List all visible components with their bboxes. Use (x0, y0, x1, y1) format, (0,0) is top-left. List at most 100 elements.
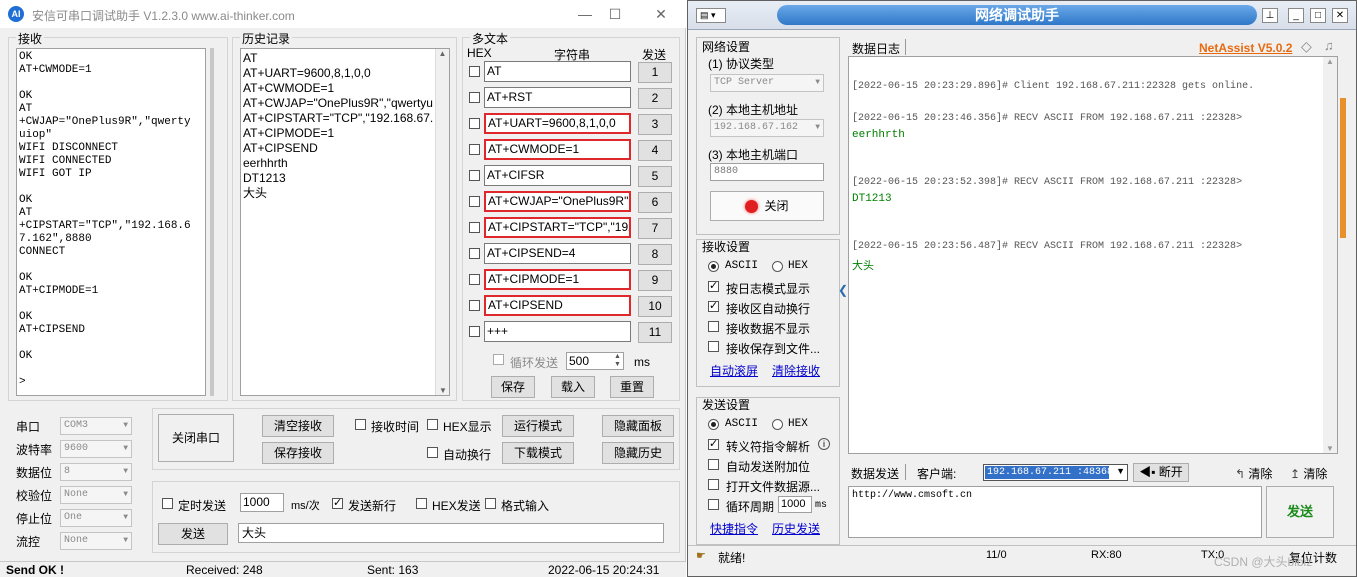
multitext-send-button[interactable]: 1 (638, 62, 672, 83)
history-scrollbar[interactable]: ▲ ▼ (435, 49, 449, 395)
auto-append-checkbox[interactable] (708, 459, 719, 470)
hex-display-checkbox[interactable] (427, 419, 438, 430)
multitext-hex-checkbox[interactable] (469, 248, 480, 259)
save-receive-button[interactable]: 保存接收 (262, 442, 334, 464)
bell-icon[interactable]: ♫ (1324, 38, 1334, 53)
multitext-input[interactable]: AT+RST (484, 87, 631, 108)
send-text-input[interactable]: 大头 (238, 523, 664, 543)
history-item[interactable]: AT+CIPSTART="TCP","192.168.67. (243, 111, 447, 126)
disconnect-button[interactable]: ◀▪ 断开 (1133, 463, 1189, 482)
history-list[interactable]: AT AT+UART=9600,8,1,0,0 AT+CWMODE=1 AT+CWJA… (240, 48, 450, 396)
collapse-panel-icon[interactable]: ❮ (838, 283, 848, 297)
send-newline-checkbox[interactable] (332, 496, 343, 509)
auto-scroll-link[interactable]: 自动滚屏 (710, 362, 758, 379)
send-button[interactable]: 发送 (158, 523, 228, 545)
multitext-input[interactable]: AT+UART=9600,8,1,0,0 (484, 113, 631, 134)
netassist-send-button[interactable]: 发送 (1266, 486, 1334, 538)
data-log-tab[interactable]: 数据日志 (852, 40, 900, 57)
history-item[interactable]: eerhhrth (243, 156, 447, 171)
recv-hide-checkbox[interactable] (708, 321, 719, 332)
port-setting-select[interactable]: One ▼ (60, 509, 132, 527)
history-item[interactable]: AT+CIPSEND (243, 141, 447, 156)
multitext-input[interactable]: AT+CIPSEND=4 (484, 243, 631, 264)
close-icon[interactable]: ✕ (1332, 8, 1348, 23)
multitext-input[interactable]: AT+CIPMODE=1 (484, 269, 631, 290)
multitext-reset-button[interactable]: 重置 (610, 376, 654, 398)
history-item[interactable]: DT1213 (243, 171, 447, 186)
port-setting-select[interactable]: 8 ▼ (60, 463, 132, 481)
recv-ascii-radio[interactable] (708, 261, 719, 272)
multitext-hex-checkbox[interactable] (469, 274, 480, 285)
close-port-button[interactable]: 关闭串口 (158, 414, 234, 462)
multitext-send-button[interactable]: 2 (638, 88, 672, 109)
loop-period-checkbox[interactable] (708, 499, 719, 510)
pin-icon[interactable]: ⊥ (1262, 8, 1278, 23)
receive-time-checkbox[interactable] (355, 419, 366, 430)
multitext-input[interactable]: AT+CIFSR (484, 165, 631, 186)
multitext-send-button[interactable]: 6 (638, 192, 672, 213)
multitext-save-button[interactable]: 保存 (491, 376, 535, 398)
multitext-load-button[interactable]: 载入 (551, 376, 595, 398)
auto-wrap-checkbox[interactable] (427, 447, 438, 458)
history-item[interactable]: AT+UART=9600,8,1,0,0 (243, 66, 447, 81)
multitext-hex-checkbox[interactable] (469, 326, 480, 337)
loop-period-input[interactable]: 1000 (778, 496, 812, 513)
netassist-brand-link[interactable]: NetAssist V5.0.2 (1199, 41, 1292, 55)
clear-receive-button[interactable]: 清空接收 (262, 415, 334, 437)
clear-count-button[interactable]: ↥ 清除 (1290, 465, 1327, 482)
close-icon[interactable]: ✕ (646, 4, 676, 24)
multitext-send-button[interactable]: 11 (638, 322, 672, 343)
port-setting-select[interactable]: 9600 ▼ (60, 440, 132, 458)
protocol-type-select[interactable]: TCP Server ▼ (710, 74, 824, 92)
local-port-input[interactable]: 8880 (710, 163, 824, 181)
history-item[interactable]: AT+CIPMODE=1 (243, 126, 447, 141)
receive-textarea[interactable]: OK AT+CWMODE=1 OK AT +CWJAP="OnePlus9R",… (16, 48, 206, 396)
recv-hex-radio[interactable] (772, 261, 783, 272)
data-send-tab[interactable]: 数据发送 (851, 465, 899, 482)
clear-receive-link[interactable]: 清除接收 (772, 362, 820, 379)
multitext-send-button[interactable]: 10 (638, 296, 672, 317)
loop-send-checkbox[interactable] (493, 354, 504, 365)
multitext-hex-checkbox[interactable] (469, 196, 480, 207)
multitext-hex-checkbox[interactable] (469, 222, 480, 233)
multitext-hex-checkbox[interactable] (469, 66, 480, 77)
multitext-send-button[interactable]: 8 (638, 244, 672, 265)
diamond-icon[interactable]: ◇ (1301, 38, 1312, 55)
port-setting-select[interactable]: None ▼ (60, 486, 132, 504)
log-scrollbar[interactable]: ▲ ▼ (1323, 57, 1337, 453)
loop-spin-icon[interactable]: ▲ ▼ (612, 353, 623, 369)
timed-send-checkbox[interactable] (162, 498, 173, 509)
multitext-input[interactable]: AT+CIPSTART="TCP","192 (484, 217, 631, 238)
client-select[interactable]: 192.168.67.211 :48368 ▼ (983, 464, 1128, 481)
recv-save-file-checkbox[interactable] (708, 341, 719, 352)
recv-auto-wrap-checkbox[interactable] (708, 299, 719, 312)
send-hex-radio[interactable] (772, 419, 783, 430)
hide-history-button[interactable]: 隐藏历史 (602, 442, 674, 464)
hex-send-checkbox[interactable] (416, 498, 427, 509)
multitext-input[interactable]: +++ (484, 321, 631, 342)
close-connection-button[interactable]: 关闭 (710, 191, 824, 221)
history-item[interactable]: AT (243, 51, 447, 66)
minimize-icon[interactable]: _ (1288, 8, 1304, 23)
log-mode-checkbox[interactable] (708, 279, 719, 292)
history-item[interactable]: AT+CWMODE=1 (243, 81, 447, 96)
multitext-send-button[interactable]: 3 (638, 114, 672, 135)
data-log-area[interactable]: [2022-06-15 20:23:29.896]# Client 192.16… (848, 56, 1338, 454)
escape-parse-checkbox[interactable] (708, 437, 719, 450)
system-menu-icon[interactable]: ▤ ▾ (696, 8, 726, 23)
multitext-input[interactable]: AT+CWJAP="OnePlus9R", (484, 191, 631, 212)
multitext-hex-checkbox[interactable] (469, 170, 480, 181)
history-item[interactable]: AT+CWJAP="OnePlus9R","qwertyu (243, 96, 447, 111)
port-setting-select[interactable]: COM3 ▼ (60, 417, 132, 435)
file-source-checkbox[interactable] (708, 479, 719, 490)
multitext-send-button[interactable]: 9 (638, 270, 672, 291)
timed-interval-input[interactable]: 1000 (240, 493, 284, 512)
send-history-link[interactable]: 历史发送 (772, 520, 820, 537)
maximize-icon[interactable]: ☐ (600, 4, 630, 24)
multitext-hex-checkbox[interactable] (469, 300, 480, 311)
multitext-send-button[interactable]: 7 (638, 218, 672, 239)
history-item[interactable]: 大头 (243, 186, 447, 201)
multitext-send-button[interactable]: 5 (638, 166, 672, 187)
multitext-hex-checkbox[interactable] (469, 118, 480, 129)
receive-scrollbar[interactable] (210, 48, 214, 396)
